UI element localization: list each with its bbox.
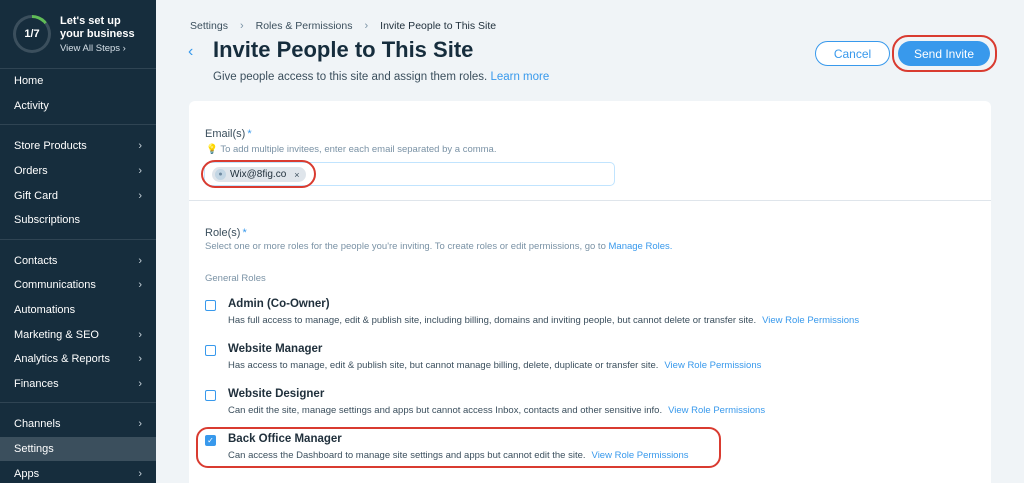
role-description: Has full access to manage, edit & publis…	[228, 315, 860, 326]
invite-card: Email(s) * 💡 To add multiple invitees, en…	[189, 101, 991, 483]
sidebar-item-label: Subscriptions	[14, 214, 81, 227]
cancel-button[interactable]: Cancel	[815, 41, 890, 66]
page-subtitle: Give people access to this site and assi…	[213, 71, 550, 83]
sidebar-item-label: Marketing & SEO	[14, 328, 99, 341]
chevron-right-icon: ›	[138, 328, 142, 341]
sidebar-item-gift-card[interactable]: Gift Card ›	[0, 183, 156, 208]
sidebar: 1/7 Let's set up your business View All …	[0, 0, 156, 483]
breadcrumb-roles[interactable]: Roles & Permissions	[256, 20, 353, 32]
view-role-permissions-link[interactable]: View Role Permissions	[668, 405, 765, 416]
highlight-back-office-role	[196, 427, 721, 468]
view-role-permissions-link[interactable]: View Role Permissions	[762, 315, 859, 326]
chevron-right-icon: ›	[138, 377, 142, 390]
chevron-right-icon: ›	[138, 418, 142, 431]
sidebar-item-label: Analytics & Reports	[14, 353, 110, 366]
highlight-send-invite	[892, 35, 997, 72]
breadcrumb-settings[interactable]: Settings	[190, 20, 228, 32]
sidebar-item-label: Settings	[14, 443, 54, 456]
card-divider	[189, 200, 991, 201]
sidebar-item-label: Apps	[14, 467, 40, 480]
roles-label: Role(s) *	[205, 227, 247, 239]
sidebar-item-home[interactable]: Home	[0, 69, 156, 94]
role-checkbox[interactable]	[205, 345, 216, 356]
general-roles-heading: General Roles	[205, 273, 266, 284]
sidebar-item-apps[interactable]: Apps ›	[0, 461, 156, 483]
chevron-right-icon: ›	[138, 165, 142, 178]
progress-ring: 1/7	[13, 15, 51, 53]
chevron-right-icon: ›	[138, 353, 142, 366]
breadcrumb-current: Invite People to This Site	[380, 20, 497, 32]
chevron-right-icon: ›	[138, 254, 142, 267]
chevron-right-icon: ›	[122, 42, 126, 54]
sidebar-item-store-products[interactable]: Store Products ›	[0, 134, 156, 159]
emails-hint: 💡 To add multiple invitees, enter each e…	[206, 144, 497, 155]
sidebar-item-label: Orders	[14, 165, 48, 178]
role-title: Admin (Co-Owner)	[228, 298, 330, 310]
sidebar-item-label: Gift Card	[14, 189, 59, 202]
role-checkbox[interactable]	[205, 390, 216, 401]
sidebar-item-channels[interactable]: Channels ›	[0, 412, 156, 437]
sidebar-item-label: Home	[14, 75, 44, 88]
role-title: Website Manager	[228, 343, 323, 355]
view-role-permissions-link[interactable]: View Role Permissions	[664, 360, 761, 371]
sidebar-item-orders[interactable]: Orders ›	[0, 159, 156, 184]
sidebar-item-label: Channels	[14, 418, 61, 431]
page-title: Invite People to This Site	[213, 37, 474, 62]
breadcrumb: Settings › Roles & Permissions › Invite …	[190, 20, 496, 32]
chevron-right-icon: ›	[138, 140, 142, 153]
roles-hint: Select one or more roles for the people …	[205, 241, 673, 252]
role-checkbox[interactable]	[205, 300, 216, 311]
sidebar-item-label: Activity	[14, 99, 49, 112]
chevron-right-icon: ›	[138, 279, 142, 292]
sidebar-item-label: Communications	[14, 279, 96, 292]
sidebar-item-label: Store Products	[14, 140, 87, 153]
lightbulb-icon: 💡	[206, 144, 218, 155]
sidebar-nav: Home Activity Store Products › Orders › Gift C…	[0, 69, 156, 483]
chevron-right-icon: ›	[138, 189, 142, 202]
sidebar-item-marketing-seo[interactable]: Marketing & SEO ›	[0, 322, 156, 347]
chevron-right-icon: ›	[364, 20, 369, 32]
sidebar-item-label: Contacts	[14, 254, 58, 267]
sidebar-item-settings[interactable]: Settings	[0, 436, 156, 462]
highlight-email-chip	[201, 160, 316, 188]
sidebar-item-subscriptions[interactable]: Subscriptions	[0, 208, 156, 233]
role-title: Website Designer	[228, 388, 325, 400]
manage-roles-link[interactable]: Manage Roles.	[609, 241, 673, 252]
sidebar-item-communications[interactable]: Communications ›	[0, 273, 156, 298]
sidebar-item-analytics-reports[interactable]: Analytics & Reports ›	[0, 347, 156, 372]
sidebar-item-label: Finances	[14, 377, 59, 390]
sidebar-item-automations[interactable]: Automations	[0, 298, 156, 323]
setup-title: Let's set up your business	[60, 14, 135, 40]
progress-count: 1/7	[16, 18, 48, 50]
sidebar-item-contacts[interactable]: Contacts ›	[0, 249, 156, 274]
role-description: Can edit the site, manage settings and a…	[228, 405, 766, 416]
sidebar-item-label: Automations	[14, 304, 76, 317]
chevron-right-icon: ›	[138, 467, 142, 480]
sidebar-item-finances[interactable]: Finances ›	[0, 372, 156, 397]
learn-more-link[interactable]: Learn more	[490, 71, 549, 83]
role-description: Has access to manage, edit & publish sit…	[228, 360, 762, 371]
sidebar-item-activity[interactable]: Activity	[0, 94, 156, 119]
view-all-steps-link[interactable]: View All Steps ›	[60, 43, 140, 54]
back-arrow-icon[interactable]: ‹	[188, 43, 193, 61]
emails-label: Email(s) *	[205, 128, 252, 140]
setup-progress[interactable]: 1/7 Let's set up your business View All …	[0, 0, 156, 68]
chevron-right-icon: ›	[239, 20, 244, 32]
